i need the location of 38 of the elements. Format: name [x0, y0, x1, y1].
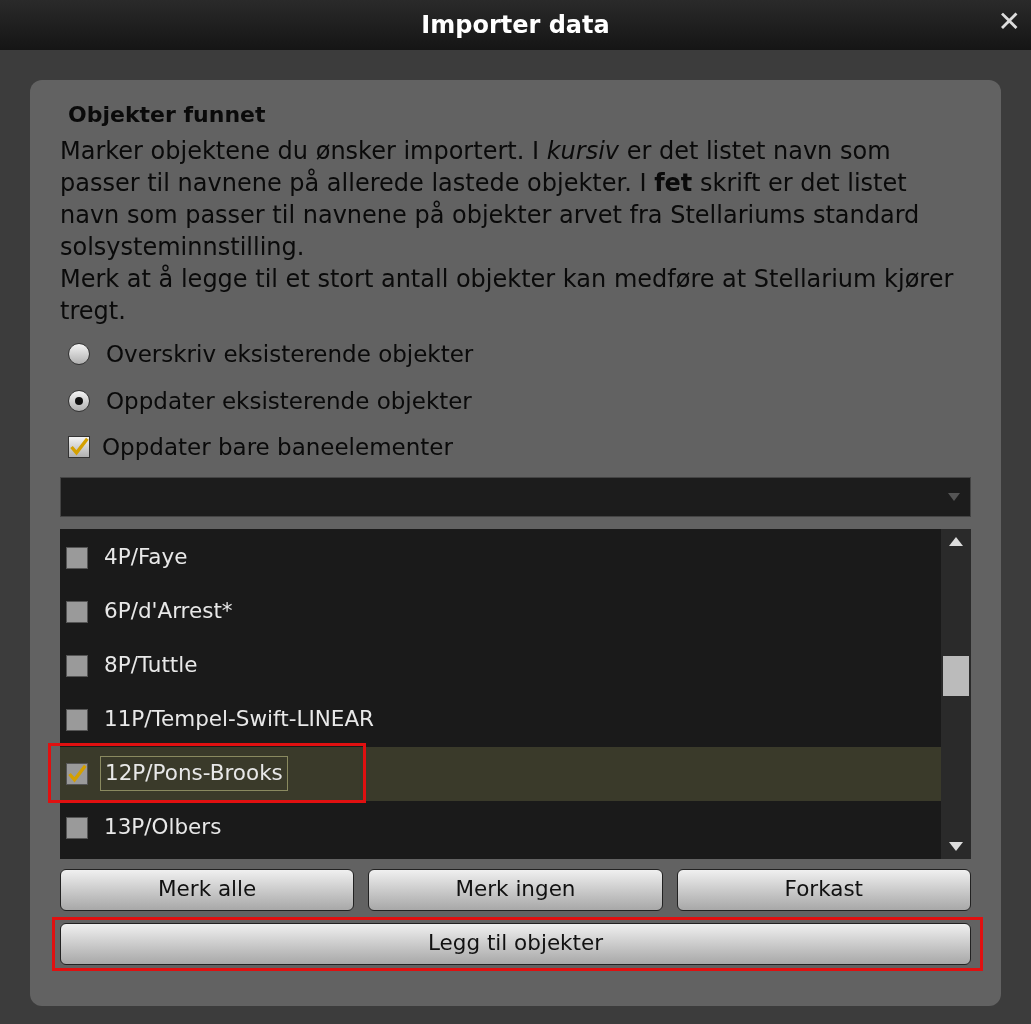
note-text: Merk at å legge til et stort antall objekter kan medføre at Stellarium kjører tregt. — [60, 263, 955, 327]
checkbox-label: Oppdater bare baneelementer — [102, 433, 453, 462]
list-item[interactable]: 13P/Olbers — [60, 800, 941, 855]
action-button[interactable]: Merk alle — [60, 868, 355, 911]
description-text: Marker objektene du ønsker importert. I kursiv er det listet navn som passer til navnene på allerede lastede objekter. I fet skrift er det listet navn som passer til navnene på objekter arvet fra Stellariums standard solsysteminnstilling. — [60, 136, 921, 263]
scroll-down-icon[interactable] — [949, 841, 963, 851]
window-title: Importer data — [421, 10, 610, 41]
checkbox[interactable] — [66, 762, 88, 785]
dropdown[interactable] — [60, 476, 971, 517]
section-heading: Objekter funnet — [68, 101, 267, 129]
object-name: 6P/d'Arrest* — [103, 597, 234, 626]
object-name: 4P/Faye — [103, 543, 189, 572]
checkbox[interactable] — [66, 708, 88, 731]
object-name: 12P/Pons-Brooks — [100, 756, 288, 791]
radio-button[interactable] — [68, 343, 90, 366]
checkbox[interactable] — [66, 546, 88, 569]
list-item[interactable]: 11P/Tempel-Swift-LINEAR — [60, 692, 941, 747]
add-objects-button[interactable]: Legg til objekter — [60, 922, 971, 965]
checkbox[interactable] — [66, 600, 88, 623]
object-name: 11P/Tempel-Swift-LINEAR — [103, 705, 376, 734]
scroll-up-icon[interactable] — [949, 536, 963, 546]
caret-icon — [948, 492, 960, 501]
checkbox[interactable] — [66, 654, 88, 677]
list-item[interactable]: 8P/Tuttle — [60, 638, 941, 693]
radio-label: Oppdater eksisterende objekter — [106, 386, 472, 416]
close-button[interactable]: ✕ — [993, 8, 1025, 36]
object-name: 13P/Olbers — [103, 813, 223, 842]
action-button[interactable]: Merk ingen — [368, 868, 663, 911]
action-button[interactable]: Forkast — [676, 868, 971, 911]
radio-button[interactable] — [68, 389, 90, 412]
scrollbar[interactable] — [941, 528, 971, 859]
checkbox[interactable] — [68, 436, 90, 459]
object-name: 8P/Tuttle — [103, 651, 199, 680]
list-item[interactable]: 6P/d'Arrest* — [60, 584, 941, 639]
scroll-thumb[interactable] — [943, 655, 969, 696]
checkbox[interactable] — [66, 816, 88, 839]
list-item[interactable]: 4P/Faye — [60, 530, 941, 585]
radio-label: Overskriv eksisterende objekter — [106, 340, 474, 369]
